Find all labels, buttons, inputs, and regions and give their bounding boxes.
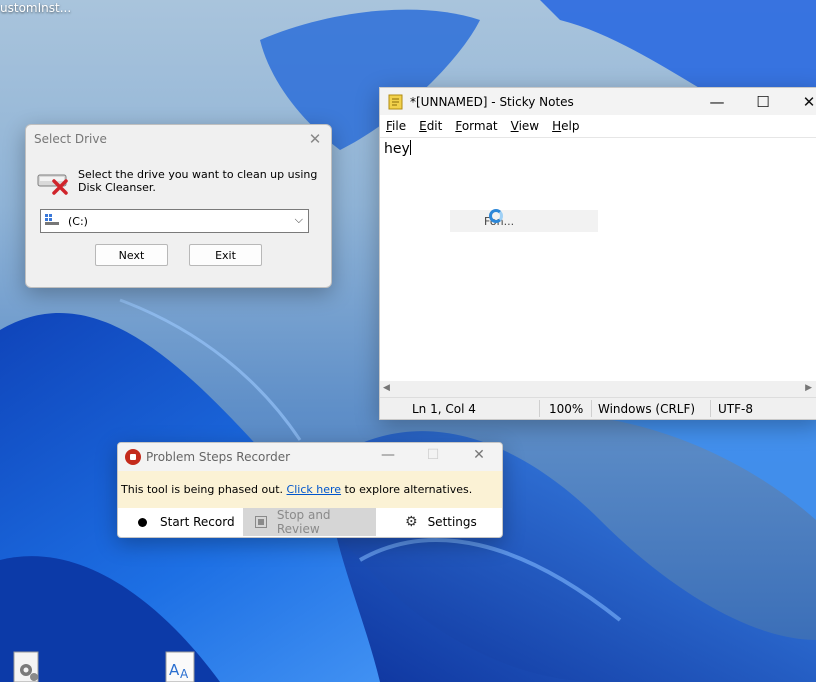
- scroll-right-icon[interactable]: ▶: [805, 383, 812, 393]
- status-position: Ln 1, Col 4: [412, 402, 476, 416]
- editor-text: hey: [384, 140, 411, 157]
- text-caret: [409, 140, 411, 155]
- settings-label: Settings: [427, 515, 477, 529]
- minimize-button[interactable]: —: [694, 88, 740, 115]
- drive-cleanup-icon: [37, 174, 68, 195]
- sticky-notes-titlebar[interactable]: *[UNNAMED] - Sticky Notes — ☐ ✕: [380, 88, 816, 115]
- sticky-notes-window: *[UNNAMED] - Sticky Notes — ☐ ✕ File Edi…: [379, 87, 816, 420]
- psr-titlebar[interactable]: Problem Steps Recorder — ☐ ✕: [118, 443, 502, 471]
- status-divider: [591, 400, 592, 417]
- editor-content: hey: [384, 141, 410, 157]
- menu-file[interactable]: File: [386, 119, 406, 133]
- record-app-icon: [125, 449, 141, 465]
- drive-select-value: (C:): [68, 214, 88, 228]
- close-icon[interactable]: ✕: [305, 129, 325, 149]
- select-drive-title: Select Drive: [34, 132, 107, 146]
- gear-icon: ⚙: [405, 514, 418, 530]
- record-dot-icon: [138, 517, 147, 527]
- menu-view[interactable]: View: [511, 119, 539, 133]
- alternatives-link[interactable]: Click here: [287, 483, 342, 496]
- chevron-down-icon[interactable]: ⌵: [295, 213, 303, 227]
- start-record-button[interactable]: Start Record: [138, 508, 244, 536]
- status-zoom: 100%: [549, 402, 584, 416]
- menu-help[interactable]: Help: [552, 119, 579, 133]
- font-doc-icon[interactable]: A A: [164, 650, 198, 682]
- start-record-label: Start Record: [160, 515, 235, 529]
- scroll-left-icon[interactable]: ◀: [383, 383, 390, 393]
- status-bar: Ln 1, Col 4 100% Windows (CRLF) UTF-8: [380, 397, 816, 419]
- menu-format[interactable]: Format: [455, 119, 497, 133]
- psr-toolbar: Start Record Stop and Review ⚙ Settings: [118, 508, 502, 536]
- next-button[interactable]: Next: [95, 244, 168, 266]
- maximize-button[interactable]: ☐: [740, 88, 786, 115]
- status-divider: [710, 400, 711, 417]
- deprecation-banner: This tool is being phased out. Click her…: [118, 471, 502, 508]
- select-drive-message: Select the drive you want to clean up us…: [78, 168, 318, 194]
- hard-drive-icon: [45, 214, 59, 225]
- close-button[interactable]: ✕: [786, 88, 816, 115]
- text-editor[interactable]: hey Fon...: [380, 137, 816, 382]
- close-button[interactable]: ✕: [468, 447, 490, 467]
- exit-button[interactable]: Exit: [189, 244, 262, 266]
- busy-spinner-icon: [489, 209, 503, 223]
- stop-and-review-button: Stop and Review: [243, 508, 376, 536]
- stop-and-review-label: Stop and Review: [276, 508, 331, 536]
- desktop-file-label[interactable]: ustomInst...: [0, 1, 71, 15]
- banner-text-after: to explore alternatives.: [341, 483, 473, 496]
- select-drive-titlebar[interactable]: Select Drive: [26, 125, 331, 153]
- stop-icon: [255, 516, 267, 528]
- problem-steps-recorder-window: Problem Steps Recorder — ☐ ✕ This tool i…: [117, 442, 503, 538]
- banner-text-before: This tool is being phased out.: [121, 483, 287, 496]
- status-encoding: UTF-8: [718, 402, 753, 416]
- minimize-button[interactable]: —: [377, 447, 399, 467]
- status-line-ending: Windows (CRLF): [598, 402, 696, 416]
- menubar: File Edit Format View Help: [380, 115, 816, 137]
- font-tooltip: Fon...: [450, 210, 598, 232]
- svg-text:A: A: [180, 667, 189, 681]
- svg-text:A: A: [169, 661, 180, 679]
- settings-doc-icon[interactable]: [11, 650, 45, 682]
- horizontal-scrollbar[interactable]: ◀ ▶: [380, 381, 816, 397]
- drive-select[interactable]: (C:) ⌵: [40, 209, 309, 233]
- status-divider: [539, 400, 540, 417]
- psr-title: Problem Steps Recorder: [146, 450, 291, 464]
- settings-button[interactable]: ⚙ Settings: [405, 508, 485, 536]
- select-drive-dialog: Select Drive ✕ Select the drive you want…: [25, 124, 332, 288]
- notepad-app-icon: [388, 94, 403, 110]
- maximize-button: ☐: [426, 447, 440, 463]
- sticky-notes-title: *[UNNAMED] - Sticky Notes: [410, 94, 574, 109]
- menu-edit[interactable]: Edit: [419, 119, 442, 133]
